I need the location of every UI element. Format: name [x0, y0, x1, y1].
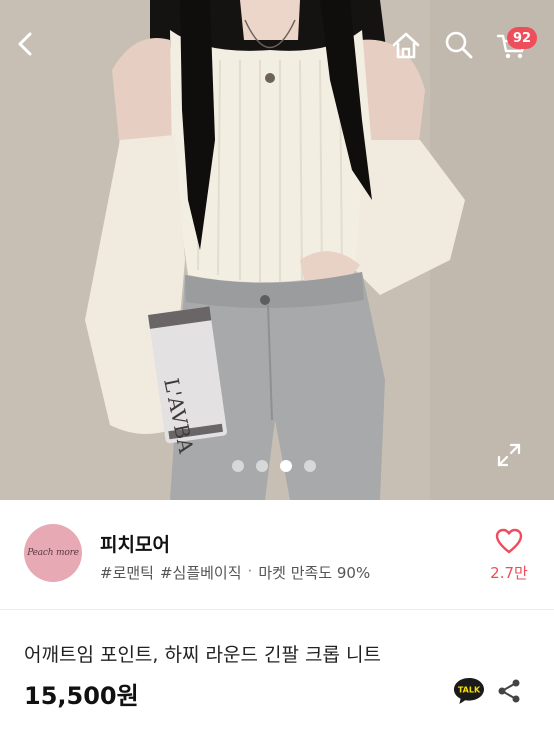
- home-button[interactable]: [390, 30, 434, 74]
- pagination-dot[interactable]: [232, 460, 244, 472]
- top-bar: 92: [0, 0, 554, 104]
- store-tag[interactable]: #심플베이직: [160, 562, 242, 583]
- store-logo[interactable]: Peach more: [24, 524, 82, 582]
- search-button[interactable]: [444, 30, 488, 74]
- talk-label: TALK: [458, 686, 481, 695]
- product-image[interactable]: L'AVBA 92: [0, 0, 554, 500]
- store-meta: #로맨틱 #심플베이직 · 마켓 만족도 90%: [100, 562, 370, 583]
- expand-image-button[interactable]: [496, 442, 532, 478]
- store-logo-text: Peach more: [27, 548, 79, 558]
- share-button[interactable]: [494, 676, 524, 706]
- back-button[interactable]: [12, 30, 56, 74]
- share-icon: [498, 679, 520, 703]
- store-info[interactable]: Peach more 피치모어 #로맨틱 #심플베이직 · 마켓 만족도 90%…: [0, 500, 554, 610]
- store-name[interactable]: 피치모어: [100, 530, 170, 557]
- like-count: 2.7만: [490, 564, 528, 582]
- gallery-pagination: [232, 460, 316, 472]
- heart-icon: [495, 528, 523, 554]
- store-satisfaction: 마켓 만족도 90%: [258, 564, 371, 582]
- pagination-dot-active[interactable]: [280, 460, 292, 472]
- expand-icon: [497, 443, 521, 467]
- cart-count-badge: 92: [507, 27, 538, 49]
- store-tag[interactable]: #로맨틱: [100, 562, 154, 583]
- home-icon: [392, 32, 420, 59]
- chevron-left-icon: [18, 32, 32, 56]
- search-icon: [445, 31, 473, 59]
- product-price: 15,500원: [24, 682, 139, 710]
- like-button[interactable]: 2.7만: [484, 528, 534, 583]
- pagination-dot[interactable]: [256, 460, 268, 472]
- kakao-talk-button[interactable]: TALK: [452, 676, 486, 706]
- product-title: 어깨트임 포인트, 하찌 라운드 긴팔 크롭 니트: [24, 644, 381, 666]
- meta-separator: ·: [247, 562, 253, 580]
- pagination-dot[interactable]: [304, 460, 316, 472]
- talk-bubble-icon: TALK: [454, 678, 484, 704]
